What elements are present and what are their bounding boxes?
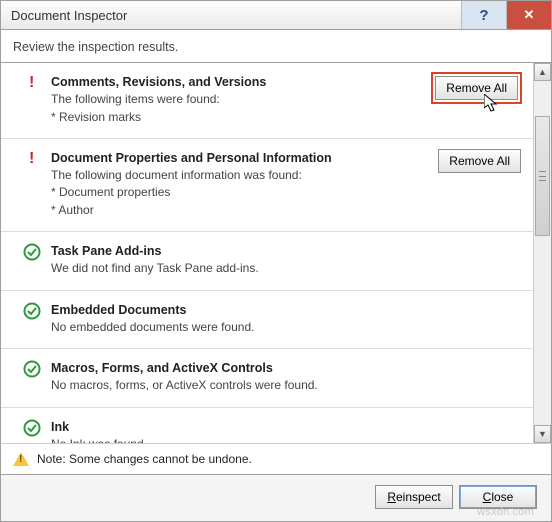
result-body-line: * Revision marks	[51, 109, 424, 126]
highlight-box: Remove All	[432, 73, 521, 103]
remove-all-button[interactable]: Remove All	[438, 149, 521, 173]
dialog-footer: Reinspect Close	[0, 475, 552, 522]
result-body-line: No Ink was found.	[51, 436, 521, 443]
result-action: Remove All	[438, 149, 521, 173]
result-heading: Embedded Documents	[51, 301, 521, 319]
footer-note: Note: Some changes cannot be undone.	[0, 443, 552, 475]
remove-all-button[interactable]: Remove All	[435, 76, 518, 100]
scroll-thumb[interactable]	[535, 116, 550, 236]
scroll-down-button[interactable]: ▼	[534, 425, 551, 443]
scroll-track[interactable]	[534, 81, 551, 425]
close-window-button[interactable]: ✕	[506, 1, 551, 29]
checkmark-icon	[23, 360, 43, 378]
results-list: Comments, Revisions, and VersionsThe fol…	[1, 63, 533, 443]
result-heading: Task Pane Add-ins	[51, 242, 521, 260]
result-action: Remove All	[432, 73, 521, 103]
result-body-line: No embedded documents were found.	[51, 319, 521, 336]
titlebar: Document Inspector ? ✕	[0, 0, 552, 30]
result-heading: Ink	[51, 418, 521, 436]
watermark: wsxdn.com	[477, 506, 534, 518]
result-text: Macros, Forms, and ActiveX ControlsNo ma…	[43, 359, 521, 395]
result-item: Macros, Forms, and ActiveX ControlsNo ma…	[1, 349, 533, 408]
checkmark-icon	[23, 302, 43, 320]
checkmark-icon	[23, 243, 43, 261]
result-heading: Comments, Revisions, and Versions	[51, 73, 424, 91]
result-item: Embedded DocumentsNo embedded documents …	[1, 291, 533, 350]
result-item: Task Pane Add-insWe did not find any Tas…	[1, 232, 533, 291]
result-text: Document Properties and Personal Informa…	[43, 149, 430, 219]
subheader: Review the inspection results.	[0, 30, 552, 63]
result-body-line: The following items were found:	[51, 91, 424, 108]
alert-icon	[23, 150, 43, 168]
result-heading: Document Properties and Personal Informa…	[51, 149, 430, 167]
window-title: Document Inspector	[1, 1, 461, 29]
help-button[interactable]: ?	[461, 1, 506, 29]
result-item: InkNo Ink was found.	[1, 408, 533, 443]
scrollbar[interactable]: ▲ ▼	[533, 63, 551, 443]
result-item: Document Properties and Personal Informa…	[1, 139, 533, 232]
result-text: Comments, Revisions, and VersionsThe fol…	[43, 73, 424, 126]
result-text: InkNo Ink was found.	[43, 418, 521, 443]
content-area: Comments, Revisions, and VersionsThe fol…	[0, 63, 552, 443]
scroll-up-button[interactable]: ▲	[534, 63, 551, 81]
result-text: Task Pane Add-insWe did not find any Tas…	[43, 242, 521, 278]
reinspect-button[interactable]: Reinspect	[375, 485, 453, 509]
result-text: Embedded DocumentsNo embedded documents …	[43, 301, 521, 337]
result-body-line: * Document properties	[51, 184, 430, 201]
result-body-line: No macros, forms, or ActiveX controls we…	[51, 377, 521, 394]
result-body-line: The following document information was f…	[51, 167, 430, 184]
alert-icon	[23, 74, 43, 92]
result-heading: Macros, Forms, and ActiveX Controls	[51, 359, 521, 377]
result-body-line: We did not find any Task Pane add-ins.	[51, 260, 521, 277]
warning-icon	[13, 452, 29, 466]
checkmark-icon	[23, 419, 43, 437]
result-body-line: * Author	[51, 202, 430, 219]
footer-note-text: Note: Some changes cannot be undone.	[37, 452, 252, 466]
result-item: Comments, Revisions, and VersionsThe fol…	[1, 63, 533, 139]
